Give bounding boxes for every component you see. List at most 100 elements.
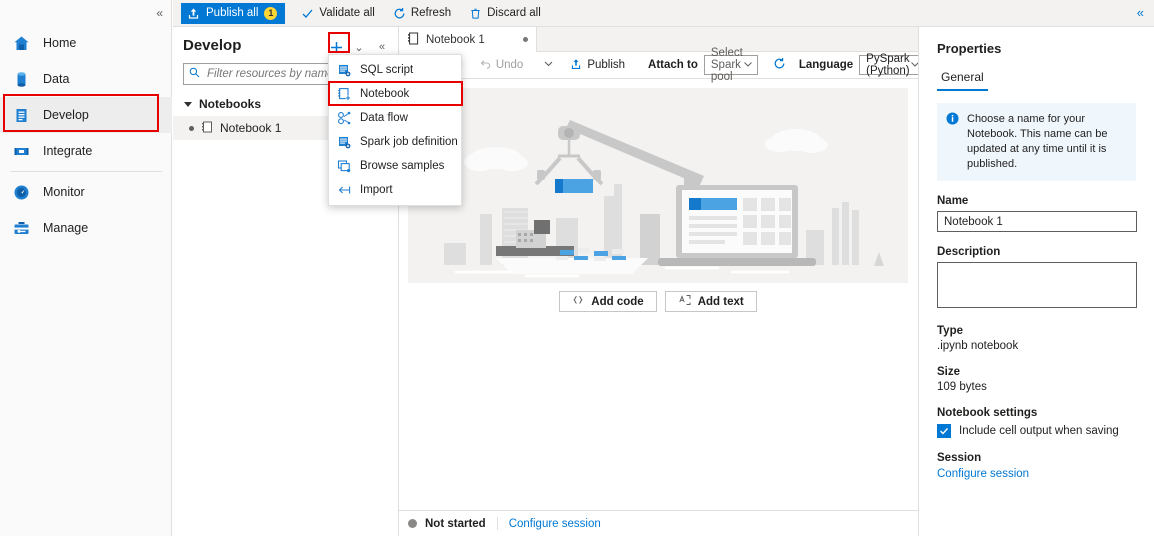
chevron-down-icon — [743, 59, 753, 72]
rail-divider — [10, 171, 162, 172]
tab-notebook-1[interactable]: Notebook 1 — [399, 27, 537, 52]
sidebar-item-label: Manage — [43, 221, 89, 235]
configure-session-link[interactable]: Configure session — [509, 518, 601, 530]
session-status-dot-icon — [408, 519, 417, 528]
toolbox-icon — [12, 219, 31, 238]
refresh-button[interactable]: Refresh — [391, 1, 453, 25]
session-status-label: Not started — [425, 517, 486, 530]
topbar-collapse-icon[interactable]: « — [1137, 6, 1144, 19]
sidebar-item-label: Data — [43, 72, 70, 86]
discard-all-button[interactable]: Discard all — [467, 1, 543, 25]
menu-item-import[interactable]: Import — [329, 178, 461, 202]
rail-collapse-icon[interactable]: « — [156, 6, 163, 20]
publish-all-button[interactable]: Publish all 1 — [181, 2, 286, 24]
add-code-button[interactable]: Add code — [559, 291, 657, 312]
tab-label: Notebook 1 — [426, 33, 485, 46]
validate-all-button[interactable]: Validate all — [299, 1, 376, 25]
include-cell-output-checkbox[interactable] — [937, 424, 951, 438]
undo-dropdown-button[interactable] — [538, 54, 559, 76]
include-cell-output-label: Include cell output when saving — [959, 425, 1119, 437]
spark-pool-value: Select Spark pool — [710, 47, 743, 83]
size-field-value: 109 bytes — [937, 381, 987, 393]
notebook-toolbar: Run all Undo Publish Att — [399, 47, 1011, 83]
undo-icon — [479, 58, 491, 73]
properties-tabs: General — [937, 70, 1136, 91]
type-field-label: Type — [937, 325, 963, 337]
include-cell-output-row[interactable]: Include cell output when saving — [937, 424, 1136, 438]
info-icon — [946, 112, 959, 125]
notebook-add-icon — [337, 87, 351, 101]
add-cell-row: Add code Add text — [408, 291, 908, 312]
notebook-status-bar: Not started Configure session — [399, 510, 918, 536]
add-code-label: Add code — [591, 295, 644, 308]
publish-label: Publish — [587, 59, 626, 71]
properties-configure-session-link[interactable]: Configure session — [937, 468, 1136, 480]
discard-all-label: Discard all — [487, 7, 541, 19]
notebook-settings-label: Notebook settings — [937, 407, 1038, 419]
sidebar-item-develop[interactable]: Develop — [0, 97, 172, 133]
menu-item-spark-job-definition[interactable]: Spark job definition — [329, 130, 461, 154]
menu-item-sql-script[interactable]: SQL script — [329, 58, 461, 82]
document-code-icon — [12, 106, 31, 125]
properties-title: Properties — [937, 41, 1002, 56]
sidebar-item-integrate[interactable]: Integrate — [0, 133, 172, 169]
chevron-down-icon — [543, 58, 554, 72]
notebook-icon — [407, 32, 419, 48]
undo-label: Undo — [495, 59, 524, 71]
synapse-studio-window: « Home Data Develop Integrate Monitor Ma… — [0, 0, 1154, 536]
sidebar-item-home[interactable]: Home — [0, 25, 172, 61]
menu-item-data-flow[interactable]: Data flow — [329, 106, 461, 130]
session-field-label: Session — [937, 452, 982, 464]
language-select[interactable]: PySpark (Python) — [859, 53, 925, 77]
menu-item-label: Browse samples — [360, 160, 445, 172]
spark-pool-select[interactable]: Select Spark pool — [703, 47, 758, 83]
add-text-button[interactable]: Add text — [664, 291, 757, 312]
menu-item-notebook[interactable]: Notebook — [329, 82, 461, 106]
notebook-editor: Notebook 1 Run all Undo — [399, 27, 1011, 536]
empty-notebook-illustration — [408, 88, 908, 283]
status-divider — [496, 517, 498, 530]
search-icon — [189, 67, 200, 81]
attach-to-label: Attach to — [648, 59, 698, 71]
data-flow-icon — [337, 111, 351, 125]
browse-samples-icon — [337, 159, 351, 173]
session-refresh-button[interactable] — [768, 54, 791, 76]
code-braces-icon — [572, 294, 584, 309]
refresh-circle-icon — [393, 7, 406, 20]
triangle-expanded-icon — [184, 101, 192, 107]
language-value: PySpark (Python) — [866, 53, 910, 77]
sidebar-item-label: Monitor — [43, 185, 85, 199]
new-resource-context-menu: SQL script Notebook Data flow Spark job … — [328, 54, 463, 206]
tree-node-label: Notebook 1 — [220, 121, 282, 135]
tab-unsaved-dot-icon — [523, 37, 528, 42]
unsaved-dot-icon — [189, 125, 194, 131]
menu-item-label: Import — [360, 184, 393, 196]
sidebar-item-manage[interactable]: Manage — [0, 210, 172, 246]
notebook-icon — [201, 121, 213, 136]
menu-item-browse-samples[interactable]: Browse samples — [329, 154, 461, 178]
notebook-name-input[interactable] — [937, 211, 1137, 232]
menu-item-label: SQL script — [360, 64, 414, 76]
description-field-label: Description — [937, 246, 1001, 258]
size-field-label: Size — [937, 366, 961, 378]
name-field-label: Name — [937, 195, 969, 207]
sidebar-item-label: Integrate — [43, 144, 93, 158]
gauge-icon — [12, 183, 31, 202]
menu-item-label: Spark job definition — [360, 136, 458, 148]
publish-count-badge: 1 — [264, 6, 278, 20]
properties-panel: Properties General Choose a name for you… — [918, 27, 1154, 536]
trash-icon — [469, 7, 482, 20]
menu-item-label: Notebook — [360, 88, 410, 100]
sidebar-item-label: Develop — [43, 108, 89, 122]
refresh-label: Refresh — [410, 7, 452, 19]
rail-item-list: Home Data Develop Integrate Monitor Mana… — [0, 25, 172, 246]
undo-button[interactable]: Undo — [474, 54, 529, 76]
sql-script-icon — [337, 63, 351, 77]
sidebar-item-data[interactable]: Data — [0, 61, 172, 97]
sidebar-item-monitor[interactable]: Monitor — [0, 174, 172, 210]
spark-job-icon — [337, 135, 351, 149]
type-field-value: .ipynb notebook — [937, 340, 1019, 352]
tab-general[interactable]: General — [937, 70, 988, 91]
notebook-description-textarea[interactable] — [937, 262, 1137, 308]
publish-button[interactable]: Publish — [565, 54, 630, 76]
